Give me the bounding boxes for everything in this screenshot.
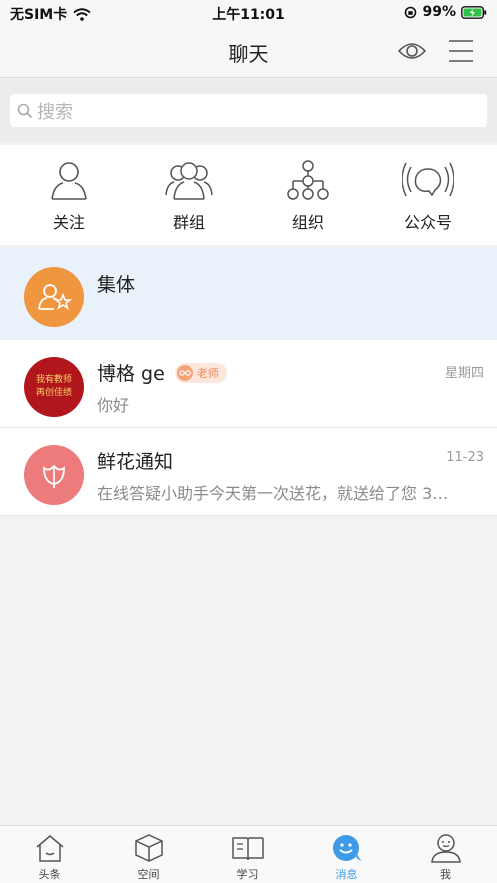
conversation-time: 星期四 bbox=[444, 366, 484, 381]
search-input[interactable]: 搜索 bbox=[10, 94, 487, 127]
house-icon bbox=[36, 835, 63, 862]
org-tree-icon bbox=[287, 160, 329, 200]
conversation-preview: 你好 bbox=[97, 396, 130, 415]
conversation-name-row: 博格 ge 老师 bbox=[97, 359, 227, 386]
status-right: 99% bbox=[404, 4, 487, 20]
orientation-lock-icon bbox=[405, 6, 417, 18]
tab-label: 空间 bbox=[137, 868, 160, 881]
person-icon bbox=[51, 162, 87, 200]
quick-official-label: 公众号 bbox=[403, 213, 452, 232]
quick-groups-label: 群组 bbox=[172, 213, 205, 232]
quick-follow-label: 关注 bbox=[52, 213, 85, 232]
chat-face-icon bbox=[332, 835, 362, 861]
battery-icon bbox=[461, 5, 487, 19]
quick-actions: 关注 群组 组织 公众号 bbox=[0, 145, 497, 245]
search-icon bbox=[17, 103, 33, 118]
group-avatar bbox=[24, 267, 84, 327]
conversation-item[interactable]: 集体 bbox=[0, 248, 497, 340]
conversation-item[interactable]: 我有教师 再创佳绩 博格 ge 老师 你好 星期四 bbox=[0, 340, 497, 428]
nav-bar: 聊天 bbox=[0, 26, 497, 78]
teacher-badge: 老师 bbox=[174, 362, 227, 383]
avatar-caption: 我有教师 再创佳绩 bbox=[35, 375, 72, 398]
teacher-glasses-icon bbox=[176, 364, 193, 381]
profile-icon bbox=[430, 834, 461, 863]
tab-label: 消息 bbox=[335, 868, 358, 881]
tab-bar: 头条 空间 学习 消息 我 bbox=[0, 825, 497, 883]
cube-icon bbox=[134, 834, 163, 862]
quick-groups[interactable]: 群组 bbox=[127, 157, 251, 233]
conversation-name: 集体 bbox=[97, 274, 136, 296]
search-placeholder: 搜索 bbox=[37, 101, 73, 123]
eye-icon[interactable] bbox=[397, 39, 427, 63]
quick-org-label: 组织 bbox=[291, 213, 324, 232]
conversation-name: 鲜花通知 bbox=[97, 451, 174, 473]
menu-icon[interactable] bbox=[447, 38, 475, 64]
tab-label: 头条 bbox=[38, 868, 61, 881]
tab-space[interactable]: 空间 bbox=[99, 832, 198, 882]
conversation-time: 11-23 bbox=[446, 450, 484, 465]
flower-icon bbox=[43, 464, 65, 488]
tab-label: 学习 bbox=[236, 868, 259, 881]
tab-me[interactable]: 我 bbox=[396, 832, 495, 882]
tab-label: 我 bbox=[440, 868, 451, 881]
tab-messages[interactable]: 消息 bbox=[297, 832, 396, 882]
battery-percent: 99% bbox=[422, 4, 456, 20]
status-bar: 无SIM卡 上午11:01 99% bbox=[0, 0, 497, 26]
flower-avatar bbox=[24, 445, 84, 505]
conversation-list: 集体 我有教师 再创佳绩 博格 ge 老师 你好 星期四 鲜花通知 在线答疑小助… bbox=[0, 248, 497, 516]
quick-org[interactable]: 组织 bbox=[246, 157, 370, 233]
book-icon bbox=[231, 837, 264, 861]
quick-follow[interactable]: 关注 bbox=[7, 157, 131, 233]
group-icon bbox=[165, 162, 213, 200]
teacher-badge-label: 老师 bbox=[196, 366, 219, 380]
conversation-item[interactable]: 鲜花通知 在线答疑小助手今天第一次送花，就送给了您 3… 11-23 bbox=[0, 428, 497, 516]
tab-study[interactable]: 学习 bbox=[198, 832, 297, 882]
quick-official[interactable]: 公众号 bbox=[366, 157, 490, 233]
broadcast-icon bbox=[402, 162, 454, 197]
conversation-name: 博格 ge bbox=[97, 363, 165, 385]
search-section: 搜索 bbox=[0, 79, 497, 142]
group-star-icon bbox=[38, 284, 72, 310]
user-avatar: 我有教师 再创佳绩 bbox=[24, 357, 84, 417]
tab-headlines[interactable]: 头条 bbox=[0, 832, 99, 882]
conversation-preview: 在线答疑小助手今天第一次送花，就送给了您 3… bbox=[97, 484, 449, 503]
